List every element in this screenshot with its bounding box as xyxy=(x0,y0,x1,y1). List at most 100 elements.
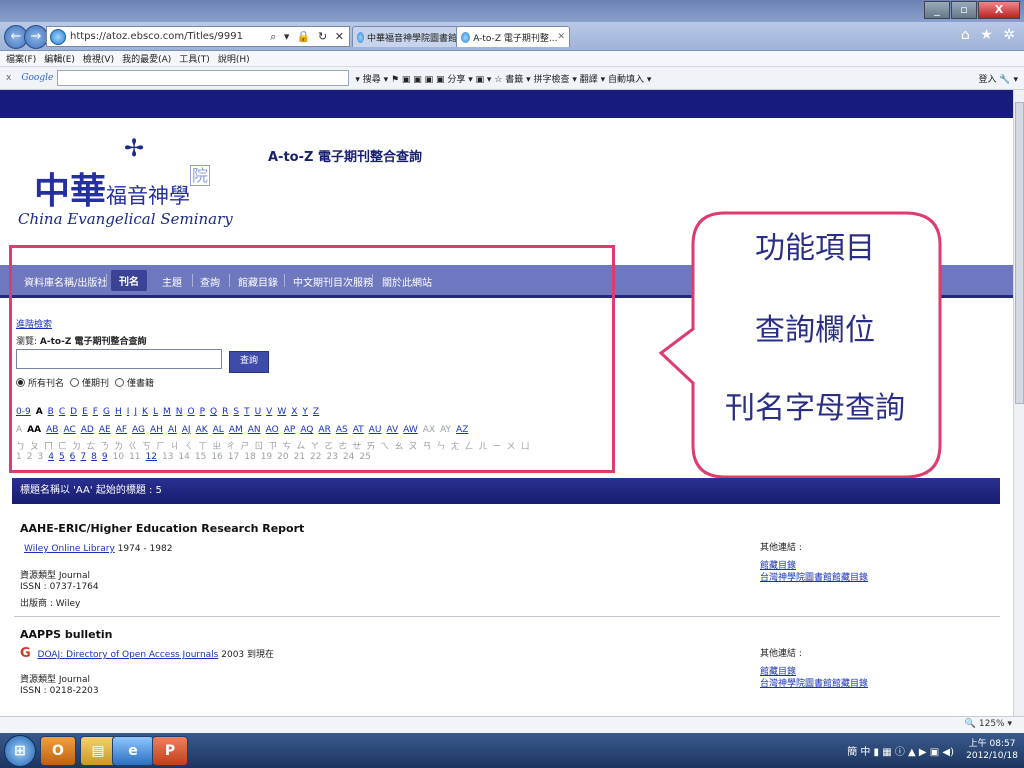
letter-link-22[interactable]: V xyxy=(266,407,272,417)
stroke-link-7[interactable]: 8 xyxy=(91,452,97,462)
prefix-link-18[interactable]: AR xyxy=(318,425,330,435)
minimize-button[interactable]: _ xyxy=(924,1,950,19)
google-sign-in[interactable]: 登入 🔧 ▾ xyxy=(979,72,1018,85)
address-bar[interactable]: https://atoz.ebsco.com/Titles/9991 ⌕ ▾ 🔒… xyxy=(46,26,350,47)
title-search-input[interactable] xyxy=(16,349,222,369)
letter-link-17[interactable]: Q xyxy=(210,407,217,417)
menu-edit[interactable]: 編輯(E) xyxy=(44,52,75,65)
prefix-link-12[interactable]: AL xyxy=(213,425,224,435)
stroke-link-5[interactable]: 6 xyxy=(70,452,76,462)
browser-tab-atoz[interactable]: A-to-Z 電子期刊整... ✕ xyxy=(456,26,570,47)
close-button[interactable]: X xyxy=(978,1,1020,19)
file-explorer-icon[interactable]: ▤ xyxy=(80,736,116,766)
menu-help[interactable]: 說明(H) xyxy=(218,52,250,65)
letter-link-15[interactable]: O xyxy=(187,407,194,417)
radio-journals-only[interactable]: 僅期刊 xyxy=(70,376,109,389)
nav-tab-about[interactable]: 關於此網站 xyxy=(382,274,432,289)
prefix-link-11[interactable]: AK xyxy=(196,425,208,435)
prefix-link-5[interactable]: AE xyxy=(99,425,111,435)
prefix-link-19[interactable]: AS xyxy=(336,425,348,435)
radio-dot[interactable] xyxy=(70,378,80,387)
menu-view[interactable]: 檢視(V) xyxy=(83,52,114,65)
prefix-link-16[interactable]: AP xyxy=(284,425,296,435)
prefix-link-10[interactable]: AJ xyxy=(182,425,191,435)
taiwan-seminary-catalog-link[interactable]: 台灣神學院圖書館館藏目錄 xyxy=(760,570,868,583)
prefix-link-4[interactable]: AD xyxy=(81,425,94,435)
letter-link-11[interactable]: K xyxy=(142,407,148,417)
toolbar-close-icon[interactable]: x xyxy=(6,73,11,83)
system-tray[interactable]: 簡 中 ▮ ▦ ⓘ ▲ ▶ ▣ ◀) xyxy=(847,743,954,758)
radio-dot[interactable] xyxy=(115,378,125,387)
vertical-scrollbar[interactable] xyxy=(1013,90,1024,716)
taiwan-seminary-catalog-link[interactable]: 台灣神學院圖書館館藏目錄 xyxy=(760,676,868,689)
nav-tab-toc-service[interactable]: 中文期刊目次服務 xyxy=(293,274,373,289)
browser-tab-library[interactable]: 中華福音神學院圖書館 xyxy=(352,26,462,47)
prefix-link-20[interactable]: AT xyxy=(353,425,364,435)
stroke-link-4[interactable]: 5 xyxy=(59,452,65,462)
prefix-link-14[interactable]: AN xyxy=(248,425,261,435)
maximize-button[interactable]: ▫ xyxy=(951,1,977,19)
stroke-link-8[interactable]: 9 xyxy=(102,452,108,462)
letter-link-7[interactable]: G xyxy=(103,407,110,417)
letter-link-3[interactable]: C xyxy=(59,407,65,417)
letter-link-9[interactable]: I xyxy=(127,407,130,417)
radio-books-only[interactable]: 僅書籍 xyxy=(115,376,154,389)
letter-link-24[interactable]: X xyxy=(291,407,297,417)
forward-button[interactable]: → xyxy=(24,25,48,49)
address-bar-icons[interactable]: ⌕ ▾ 🔒 ↻ ✕ xyxy=(270,30,349,44)
stroke-link-11[interactable]: 12 xyxy=(146,452,157,462)
nav-tab-database[interactable]: 資料庫名稱/出版社 xyxy=(24,274,107,289)
result-title[interactable]: AAHE-ERIC/Higher Education Research Repo… xyxy=(20,522,1000,535)
prefix-link-2[interactable]: AB xyxy=(46,425,58,435)
letter-link-4[interactable]: D xyxy=(70,407,77,417)
letter-link-14[interactable]: N xyxy=(176,407,183,417)
menu-file[interactable]: 檔案(F) xyxy=(6,52,36,65)
letter-link-2[interactable]: B xyxy=(48,407,54,417)
prefix-link-3[interactable]: AC xyxy=(63,425,75,435)
radio-all-titles[interactable]: 所有刊名 xyxy=(16,376,64,389)
stroke-link-3[interactable]: 4 xyxy=(48,452,54,462)
google-toolbar-tools[interactable]: ▾ 搜尋 ▾ ⚑ ▣ ▣ ▣ ▣ 分享 ▾ ▣ ▾ ☆ 書籤 ▾ 拼字檢查 ▾ … xyxy=(355,72,651,85)
prefix-link-6[interactable]: AF xyxy=(116,425,127,435)
result-source-link[interactable]: DOAJ: Directory of Open Access Journals xyxy=(38,650,219,660)
prefix-link-21[interactable]: AU xyxy=(369,425,382,435)
letter-link-0[interactable]: 0-9 xyxy=(16,407,31,417)
prefix-link-22[interactable]: AV xyxy=(386,425,398,435)
advanced-search-link[interactable]: 進階檢索 xyxy=(16,317,52,330)
menu-tools[interactable]: 工具(T) xyxy=(179,52,210,65)
letter-link-18[interactable]: R xyxy=(222,407,228,417)
powerpoint-icon[interactable]: P xyxy=(152,736,188,766)
letter-link-5[interactable]: E xyxy=(82,407,88,417)
letter-link-16[interactable]: P xyxy=(200,407,205,417)
google-search-input[interactable] xyxy=(57,70,350,86)
prefix-link-26[interactable]: AZ xyxy=(456,425,468,435)
letter-link-25[interactable]: Y xyxy=(302,407,308,417)
nav-tab-title[interactable]: 刊名 xyxy=(111,270,147,291)
tab-close-icon[interactable]: ✕ xyxy=(557,32,565,42)
letter-link-23[interactable]: W xyxy=(277,407,286,417)
internet-explorer-icon[interactable]: e xyxy=(112,736,154,766)
result-title[interactable]: AAPPS bulletin xyxy=(20,628,1000,641)
search-button[interactable]: 查詢 xyxy=(229,351,269,373)
letter-link-6[interactable]: F xyxy=(93,407,98,417)
address-text[interactable]: https://atoz.ebsco.com/Titles/9991 xyxy=(70,31,270,42)
zoom-level[interactable]: 🔍 125% ▾ xyxy=(965,719,1012,729)
clock[interactable]: 上午 08:57 2012/10/18 xyxy=(966,738,1018,762)
prefix-link-13[interactable]: AM xyxy=(229,425,243,435)
result-source-link[interactable]: Wiley Online Library xyxy=(24,544,115,554)
start-button[interactable]: ⊞ xyxy=(4,735,36,767)
radio-dot[interactable] xyxy=(16,378,25,387)
prefix-link-17[interactable]: AQ xyxy=(300,425,313,435)
home-favorites-tools-icons[interactable]: ⌂ ★ ✲ xyxy=(961,27,1018,43)
prefix-link-8[interactable]: AH xyxy=(150,425,163,435)
letter-link-20[interactable]: T xyxy=(244,407,250,417)
stroke-link-6[interactable]: 7 xyxy=(80,452,86,462)
menu-favorites[interactable]: 我的最愛(A) xyxy=(122,52,171,65)
prefix-link-23[interactable]: AW xyxy=(403,425,418,435)
letter-link-10[interactable]: J xyxy=(134,407,137,417)
scrollbar-thumb[interactable] xyxy=(1015,102,1024,404)
letter-link-13[interactable]: M xyxy=(163,407,171,417)
letter-link-21[interactable]: U xyxy=(255,407,262,417)
prefix-link-9[interactable]: AI xyxy=(168,425,177,435)
letter-link-8[interactable]: H xyxy=(115,407,122,417)
